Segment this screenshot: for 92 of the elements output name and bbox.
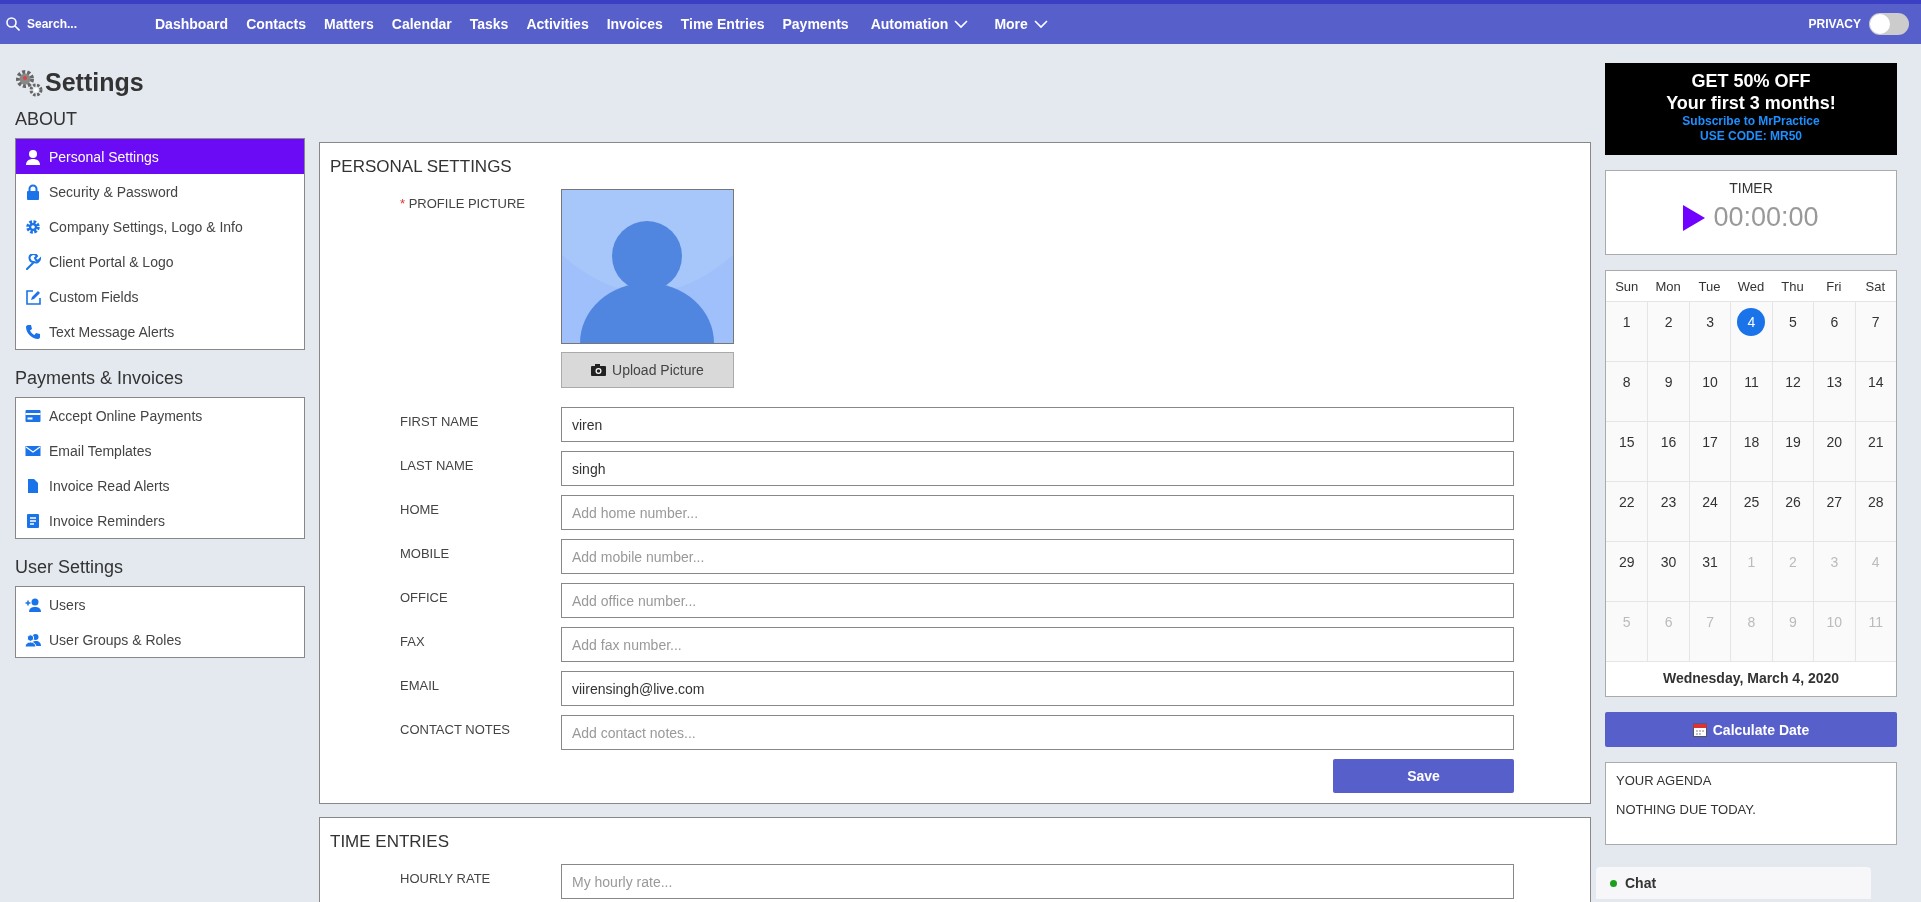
timer-title: TIMER bbox=[1729, 180, 1773, 196]
weekday-label: Fri bbox=[1825, 278, 1843, 296]
calendar-day[interactable]: 4 bbox=[1737, 308, 1766, 336]
chevron-down-icon bbox=[954, 19, 969, 29]
menu-item[interactable]: Text Message Alerts bbox=[16, 314, 304, 349]
privacy-toggle[interactable] bbox=[1869, 13, 1909, 35]
nav-link[interactable]: Automation bbox=[857, 16, 982, 32]
text-field[interactable]: Add home number... bbox=[561, 495, 1514, 530]
weekday-label: Mon bbox=[1654, 278, 1682, 296]
text-field[interactable]: viirensingh@live.com bbox=[561, 671, 1514, 706]
field-label: FIRST NAME bbox=[399, 413, 480, 429]
field-label: CONTACT NOTES bbox=[399, 721, 512, 737]
timer-display: 00:00:00 bbox=[1713, 202, 1819, 233]
chevron-down-icon bbox=[1033, 19, 1048, 29]
document-lines-icon bbox=[25, 512, 41, 529]
upload-picture-button[interactable]: Upload Picture bbox=[561, 352, 734, 388]
nav-link[interactable]: Invoices bbox=[597, 16, 672, 32]
play-icon[interactable] bbox=[1683, 204, 1706, 231]
gear-icon bbox=[25, 218, 41, 235]
menu-item[interactable]: Users bbox=[16, 587, 304, 622]
lock-icon bbox=[25, 183, 41, 200]
promo-link: Subscribe to MrPractice bbox=[1681, 114, 1821, 129]
promo-code: USE CODE: MR50 bbox=[1699, 129, 1803, 144]
menu-item[interactable]: Email Templates bbox=[16, 433, 304, 468]
nav-link[interactable]: Dashboard bbox=[146, 16, 238, 32]
add-user-icon bbox=[25, 596, 41, 613]
panel-title: TIME ENTRIES bbox=[330, 832, 450, 852]
field-label: EMAIL bbox=[399, 677, 440, 693]
menu-item[interactable]: Custom Fields bbox=[16, 279, 304, 314]
chat-tab[interactable]: Chat bbox=[1596, 867, 1871, 899]
nav-link[interactable]: More bbox=[981, 16, 1061, 32]
menu-item[interactable]: Security & Password bbox=[16, 174, 304, 209]
promo-headline: GET 50% OFF bbox=[1690, 70, 1812, 92]
nav-link[interactable]: Time Entries bbox=[671, 16, 774, 32]
online-status-icon bbox=[1610, 879, 1617, 887]
field-label: * PROFILE PICTURE bbox=[399, 195, 526, 211]
search-icon bbox=[6, 17, 20, 31]
selected-date: Wednesday, March 4, 2020 bbox=[1606, 661, 1896, 696]
gears-icon bbox=[15, 68, 43, 97]
agenda-title: YOUR AGENDA bbox=[1616, 773, 1713, 788]
panel-title: PERSONAL SETTINGS bbox=[330, 157, 513, 177]
menu-item[interactable]: User Groups & Roles bbox=[16, 622, 304, 657]
nav-link[interactable]: Calendar bbox=[382, 16, 461, 32]
promo-banner[interactable]: GET 50% OFF Your first 3 months! Subscribe to MrPractice USE CODE: MR50 bbox=[1605, 63, 1897, 155]
save-button[interactable]: Save bbox=[1333, 759, 1514, 793]
field-label: MOBILE bbox=[399, 545, 451, 561]
search-field[interactable]: Search... bbox=[25, 16, 129, 32]
menu-item[interactable]: Company Settings, Logo & Info bbox=[16, 209, 304, 244]
privacy-label: PRIVACY bbox=[1808, 17, 1861, 31]
camera-icon bbox=[591, 364, 607, 376]
weekday-label: Tue bbox=[1697, 278, 1722, 296]
section-heading: User Settings bbox=[15, 557, 125, 578]
text-field[interactable]: Add mobile number... bbox=[561, 539, 1514, 574]
calendar-icon bbox=[1692, 722, 1707, 737]
nav-link[interactable]: Tasks bbox=[460, 16, 518, 32]
nav-link[interactable]: Activities bbox=[517, 16, 598, 32]
weekday-label: Sun bbox=[1614, 278, 1640, 296]
menu-item[interactable]: Personal Settings bbox=[16, 139, 304, 174]
field-label: LAST NAME bbox=[399, 457, 475, 473]
field-label: HOME bbox=[399, 501, 440, 517]
users-icon bbox=[25, 631, 41, 648]
weekday-label: Wed bbox=[1736, 278, 1766, 296]
text-field[interactable]: My hourly rate... bbox=[561, 864, 1514, 899]
text-field[interactable]: Add office number... bbox=[561, 583, 1514, 618]
edit-icon bbox=[25, 288, 41, 305]
page-title: Settings bbox=[45, 68, 144, 97]
field-label: FAX bbox=[399, 633, 426, 649]
user-icon bbox=[25, 148, 41, 165]
menu-item[interactable]: Invoice Reminders bbox=[16, 503, 304, 538]
text-field[interactable]: singh bbox=[561, 451, 1514, 486]
document-icon bbox=[25, 477, 41, 494]
section-heading: Payments & Invoices bbox=[15, 368, 185, 389]
wrench-icon bbox=[25, 253, 41, 270]
section-heading: ABOUT bbox=[15, 109, 78, 130]
nav-link[interactable]: Matters bbox=[315, 16, 383, 32]
nav-link[interactable]: Payments bbox=[773, 16, 858, 32]
weekday-label: Sat bbox=[1864, 278, 1887, 296]
menu-item[interactable]: Invoice Read Alerts bbox=[16, 468, 304, 503]
credit-card-icon bbox=[25, 407, 41, 424]
menu-item[interactable]: Client Portal & Logo bbox=[16, 244, 304, 279]
text-field[interactable]: Add fax number... bbox=[561, 627, 1514, 662]
phone-icon bbox=[25, 323, 41, 340]
calculate-date-button[interactable]: Calculate Date bbox=[1605, 712, 1897, 747]
text-field[interactable]: viren bbox=[561, 407, 1514, 442]
text-field[interactable]: Add contact notes... bbox=[561, 715, 1514, 750]
field-label: OFFICE bbox=[399, 589, 449, 605]
promo-subheadline: Your first 3 months! bbox=[1665, 92, 1837, 114]
weekday-label: Thu bbox=[1780, 278, 1805, 296]
nav-link[interactable]: Contacts bbox=[237, 16, 316, 32]
menu-item[interactable]: Accept Online Payments bbox=[16, 398, 304, 433]
field-label: HOURLY RATE bbox=[399, 870, 492, 886]
agenda-message: NOTHING DUE TODAY. bbox=[1616, 802, 1757, 817]
